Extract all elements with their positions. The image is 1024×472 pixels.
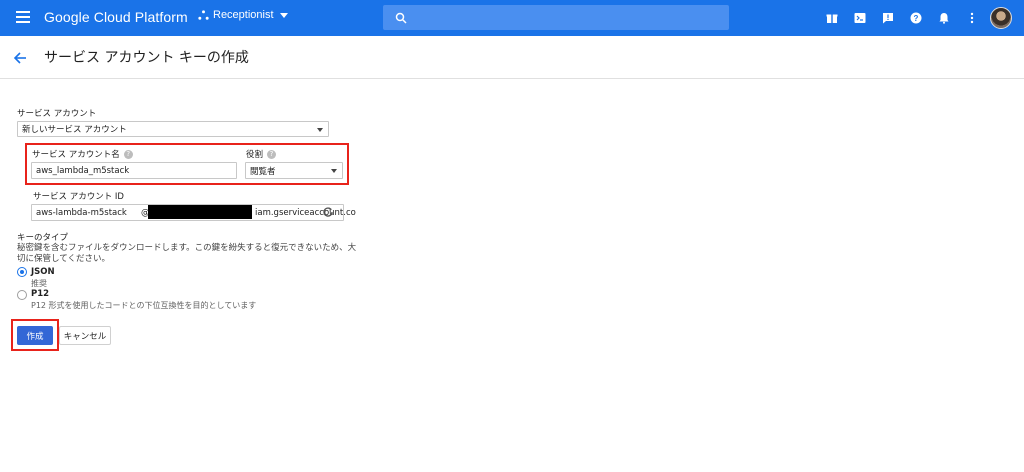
top-actions: ? bbox=[810, 0, 1012, 36]
search-input[interactable] bbox=[415, 11, 715, 24]
page-title: サービス アカウント キーの作成 bbox=[44, 50, 249, 66]
dropdown-arrow-icon bbox=[331, 169, 337, 173]
gift-icon[interactable] bbox=[825, 12, 838, 25]
project-dots-icon bbox=[198, 9, 209, 20]
avatar[interactable] bbox=[990, 7, 1012, 29]
account-name-input[interactable]: aws_lambda_m5stack bbox=[31, 162, 237, 179]
create-button[interactable]: 作成 bbox=[17, 326, 53, 345]
option-json-label: JSON bbox=[31, 267, 55, 277]
service-account-select[interactable]: 新しいサービス アカウント bbox=[17, 121, 329, 137]
account-id-domain: iam.gserviceaccount.co bbox=[255, 208, 356, 218]
account-id-label: サービス アカウント ID bbox=[33, 192, 124, 202]
dropdown-arrow-icon bbox=[317, 128, 323, 132]
option-p12-label: P12 bbox=[31, 289, 50, 299]
help-icon[interactable]: ? bbox=[267, 150, 277, 159]
service-account-label: サービス アカウント bbox=[17, 109, 97, 119]
search-icon bbox=[395, 12, 407, 24]
notifications-icon[interactable] bbox=[937, 12, 950, 25]
key-type-description-2: 切に保管してください。 bbox=[17, 254, 110, 264]
role-label: 役割? bbox=[246, 148, 277, 160]
radio-json[interactable] bbox=[17, 267, 27, 277]
refresh-icon[interactable] bbox=[322, 206, 334, 218]
role-select[interactable]: 閲覧者 bbox=[245, 162, 343, 179]
menu-icon[interactable] bbox=[16, 11, 30, 23]
more-vert-icon[interactable] bbox=[965, 12, 978, 25]
option-p12-sub: P12 形式を使用したコードとの下位互換性を目的としています bbox=[31, 301, 257, 310]
project-name: Receptionist bbox=[213, 9, 274, 21]
search-bar[interactable] bbox=[383, 5, 729, 30]
back-arrow-icon[interactable] bbox=[13, 51, 27, 65]
cancel-button[interactable]: キャンセル bbox=[59, 326, 111, 345]
account-name-value: aws_lambda_m5stack bbox=[36, 165, 130, 176]
brand-title[interactable]: Google Cloud Platform bbox=[44, 9, 188, 25]
terminal-icon[interactable] bbox=[853, 12, 866, 25]
option-json-sub: 推奨 bbox=[31, 279, 47, 288]
chevron-down-icon bbox=[279, 12, 288, 18]
svg-text:?: ? bbox=[913, 14, 918, 23]
help-icon[interactable]: ? bbox=[909, 12, 922, 25]
redacted-block bbox=[148, 205, 252, 219]
help-icon[interactable]: ? bbox=[123, 150, 133, 159]
account-id-value: aws-lambda-m5stack bbox=[36, 207, 127, 218]
radio-p12[interactable] bbox=[17, 290, 27, 300]
service-account-value: 新しいサービス アカウント bbox=[22, 125, 127, 135]
account-name-label: サービス アカウント名? bbox=[32, 148, 133, 160]
project-selector[interactable]: Receptionist bbox=[198, 9, 288, 21]
feedback-icon[interactable] bbox=[881, 12, 894, 25]
role-value: 閲覧者 bbox=[250, 166, 276, 177]
top-app-bar: Google Cloud Platform Receptionist ? bbox=[0, 0, 1024, 36]
